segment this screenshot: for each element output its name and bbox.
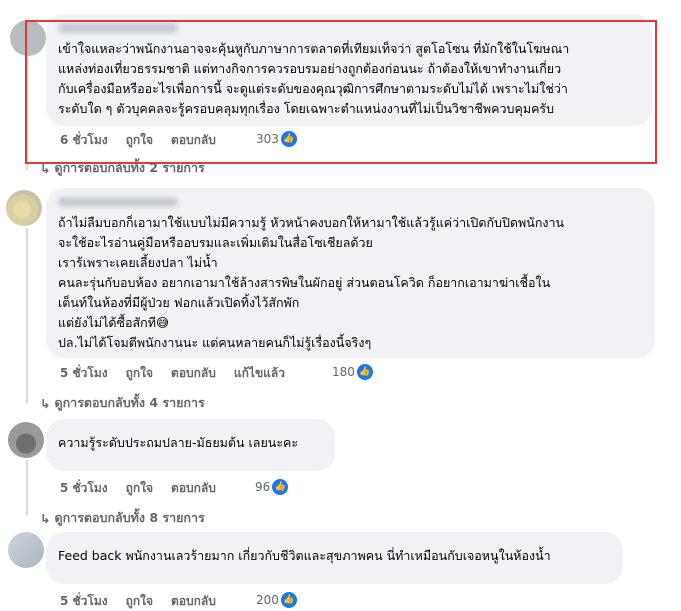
view-replies-link[interactable]: ↳ ดูการตอบกลับทั้ง 4 รายการ — [40, 393, 205, 413]
reply-button[interactable]: ตอบกลับ — [171, 479, 216, 498]
highlight-box — [25, 20, 657, 164]
reaction-number: 200 — [256, 593, 279, 607]
view-replies-link[interactable]: ↳ ดูการตอบกลับทั้ง 8 รายการ — [40, 508, 205, 528]
edited-label[interactable]: แก้ไขแล้ว — [234, 364, 285, 383]
blurred-author-name[interactable] — [58, 197, 178, 207]
comment-time[interactable]: 5 ชั่วโมง — [60, 364, 108, 383]
comment-actions: 5 ชั่วโมง ถูกใจ ตอบกลับ — [60, 592, 234, 611]
reaction-number: 180 — [332, 365, 355, 379]
comment-bubble: ถ้าไม่ลืมบอกก็เอามาใช้แบบไม่มีความรู้ หั… — [46, 188, 655, 358]
comment-text: ถ้าไม่ลืมบอกก็เอามาใช้แบบไม่มีความรู้ หั… — [58, 215, 565, 350]
comment-bubble: ความรู้ระดับประถมปลาย-มัธยมต้น เลยนะคะ — [46, 419, 335, 471]
view-replies-label: ดูการตอบกลับทั้ง 8 รายการ — [54, 510, 205, 525]
comment-time[interactable]: 5 ชั่วโมง — [60, 479, 108, 498]
reply-button[interactable]: ตอบกลับ — [171, 592, 216, 611]
comment-actions: 5 ชั่วโมง ถูกใจ ตอบกลับ — [60, 479, 234, 498]
reaction-count[interactable]: 180 👍 — [332, 364, 373, 380]
reply-arrow-icon: ↳ — [40, 510, 51, 526]
comment-text: Feed back พนักงานเลวร้ายมาก เกี่ยวกับชีว… — [58, 548, 551, 563]
reaction-number: 96 — [255, 480, 271, 494]
like-button[interactable]: ถูกใจ — [126, 592, 153, 611]
comment-actions: 5 ชั่วโมง ถูกใจ ตอบกลับ แก้ไขแล้ว — [60, 364, 303, 383]
like-button[interactable]: ถูกใจ — [126, 364, 153, 383]
avatar[interactable] — [8, 532, 44, 568]
comment-text: ความรู้ระดับประถมปลาย-มัธยมต้น เลยนะคะ — [58, 435, 299, 450]
comment-time[interactable]: 5 ชั่วโมง — [60, 592, 108, 611]
thread-line — [26, 460, 28, 515]
thumbs-up-icon: 👍 — [356, 364, 373, 380]
reply-button[interactable]: ตอบกลับ — [171, 364, 216, 383]
thumbs-up-icon: 👍 — [280, 592, 297, 608]
thread-line — [26, 228, 28, 403]
reaction-count[interactable]: 200 👍 — [256, 592, 297, 608]
like-button[interactable]: ถูกใจ — [126, 479, 153, 498]
reply-arrow-icon: ↳ — [40, 395, 51, 411]
reaction-count[interactable]: 96 👍 — [255, 479, 289, 495]
avatar[interactable] — [6, 190, 42, 226]
thumbs-up-icon: 👍 — [272, 479, 289, 495]
view-replies-label: ดูการตอบกลับทั้ง 4 รายการ — [54, 395, 205, 410]
avatar[interactable] — [8, 422, 44, 458]
comment-bubble: Feed back พนักงานเลวร้ายมาก เกี่ยวกับชีว… — [46, 532, 623, 584]
